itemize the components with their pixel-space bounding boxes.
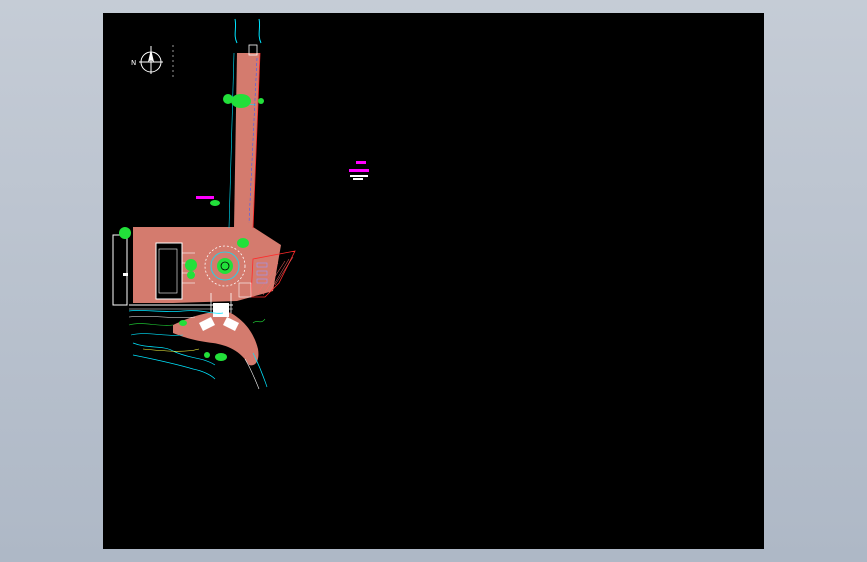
tree-icon (231, 94, 251, 108)
annotation-block (349, 161, 369, 180)
tree-icon (179, 320, 187, 326)
tree-icon (187, 271, 195, 279)
tree-icon (215, 353, 227, 361)
tree-icon (204, 352, 210, 358)
tree-icon (119, 227, 131, 239)
cad-drawing-canvas[interactable]: N (103, 13, 764, 549)
tree-icon (223, 94, 233, 104)
tree-icon (185, 259, 197, 271)
north-label: N (131, 59, 136, 67)
tree-icon (258, 98, 264, 104)
compass-icon: N (131, 45, 174, 77)
tree-icon (237, 238, 249, 248)
tree-icon (210, 200, 220, 206)
site-plan-drawing: N (112, 18, 369, 390)
